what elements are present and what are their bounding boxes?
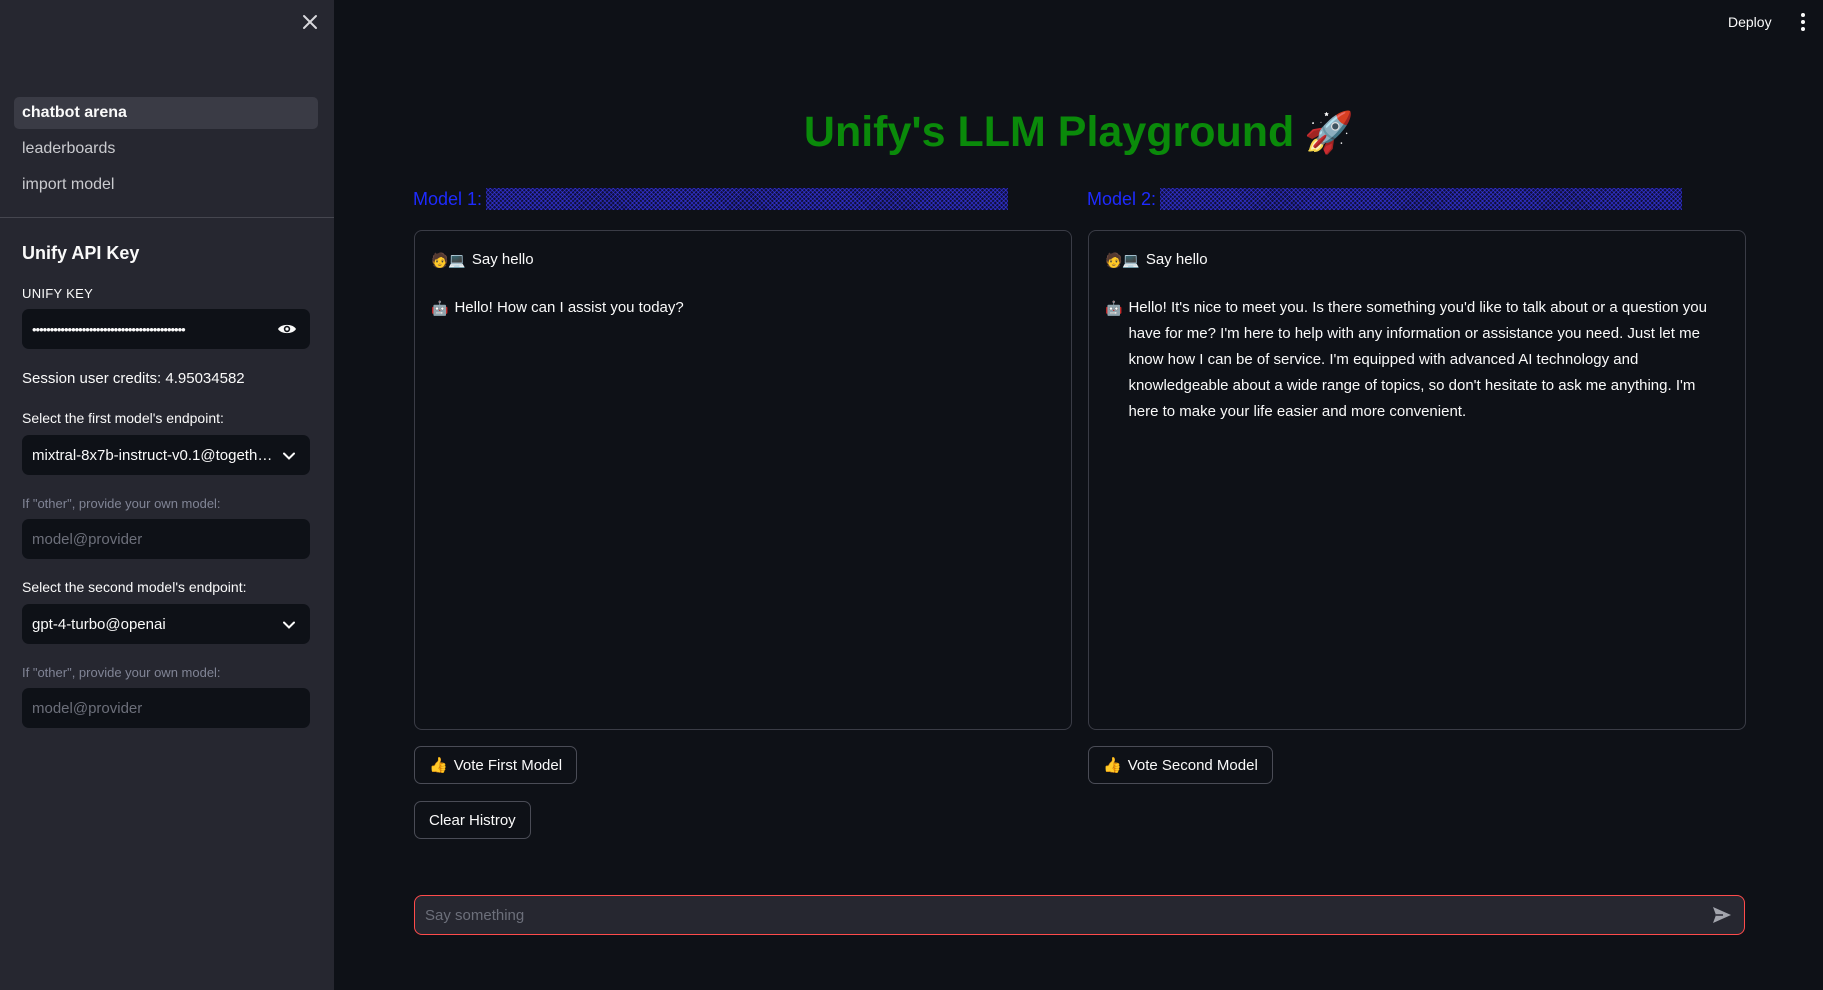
page-title: Unify's LLM Playground 🚀 — [414, 108, 1744, 157]
message-text: Say hello — [1145, 251, 1208, 268]
chat-box-model1[interactable]: 🧑💻 Say hello 🤖 Hello! How can I assist y… — [414, 230, 1072, 730]
second-other-placeholder: model@provider — [32, 699, 143, 717]
sidebar-divider — [0, 217, 334, 218]
message-text: Hello! It's nice to meet you. Is there s… — [1128, 299, 1707, 420]
model2-name-obscured — [1160, 188, 1683, 210]
sidebar: chatbot arena leaderboards import model … — [0, 0, 334, 990]
model2-label: Model 2: — [1087, 187, 1683, 211]
page-title-text: Unify's LLM Playground — [803, 108, 1295, 156]
model1-label-text: Model 1: — [413, 188, 483, 209]
chevron-down-icon[interactable] — [278, 616, 300, 633]
second-endpoint-label: Select the second model's endpoint: — [22, 579, 247, 595]
user-message: 🧑💻 Say hello — [431, 247, 1055, 273]
sidebar-nav: chatbot arena leaderboards import model — [14, 97, 318, 205]
vote-second-label: Vote Second Model — [1127, 756, 1258, 774]
chat-input[interactable] — [425, 906, 1710, 924]
second-other-input[interactable]: model@provider — [22, 688, 310, 728]
first-endpoint-value: mixtral-8x7b-instruct-v0.1@together-ai — [32, 446, 278, 464]
eye-icon[interactable] — [274, 320, 300, 338]
second-other-label: If "other", provide your own model: — [22, 665, 221, 680]
app-root: chatbot arena leaderboards import model … — [0, 0, 1823, 990]
sidebar-item-import-model[interactable]: import model — [14, 169, 318, 201]
sidebar-item-chatbot-arena[interactable]: chatbot arena — [14, 97, 318, 129]
vote-second-model-button[interactable]: 👍 Vote Second Model — [1088, 746, 1273, 784]
first-other-label: If "other", provide your own model: — [22, 496, 221, 511]
vote-first-model-button[interactable]: 👍 Vote First Model — [414, 746, 578, 784]
thumbs-up-icon: 👍 — [429, 757, 448, 774]
first-other-placeholder: model@provider — [32, 530, 143, 548]
close-icon[interactable] — [298, 11, 322, 35]
second-endpoint-select[interactable]: gpt-4-turbo@openai — [22, 604, 310, 644]
chat-input-bar — [414, 895, 1745, 935]
user-message: 🧑💻 Say hello — [1105, 247, 1729, 273]
assistant-message: 🤖 Hello! How can I assist you today? — [431, 295, 1055, 321]
unify-key-label: UNIFY KEY — [22, 286, 94, 301]
first-other-input[interactable]: model@provider — [22, 519, 310, 559]
kebab-menu-icon[interactable] — [1793, 10, 1813, 34]
chat-box-model2[interactable]: 🧑💻 Say hello 🤖 Hello! It's nice to meet … — [1088, 230, 1746, 730]
unify-key-field[interactable]: ••••••••••••••••••••••••••••••••••••••••… — [22, 309, 310, 349]
thumbs-up-icon: 👍 — [1103, 757, 1122, 774]
unify-key-value: ••••••••••••••••••••••••••••••••••••••••… — [32, 321, 186, 337]
user-avatar-icon: 🧑💻 — [1105, 252, 1140, 268]
vote-first-label: Vote First Model — [453, 756, 563, 774]
first-endpoint-select[interactable]: mixtral-8x7b-instruct-v0.1@together-ai — [22, 435, 310, 475]
first-endpoint-label: Select the first model's endpoint: — [22, 410, 224, 426]
clear-history-label: Clear Histroy — [429, 811, 516, 829]
send-icon[interactable] — [1710, 903, 1734, 927]
message-text: Say hello — [471, 251, 534, 268]
robot-avatar-icon: 🤖 — [1105, 300, 1123, 316]
chevron-down-icon[interactable] — [278, 447, 300, 464]
user-avatar-icon: 🧑💻 — [431, 252, 466, 268]
credits-text: Session user credits: 4.95034582 — [22, 370, 245, 387]
assistant-message: 🤖 Hello! It's nice to meet you. Is there… — [1105, 295, 1729, 425]
second-endpoint-value: gpt-4-turbo@openai — [32, 615, 166, 633]
model1-name-obscured — [486, 188, 1009, 210]
api-section-title: Unify API Key — [22, 243, 140, 263]
message-text: Hello! How can I assist you today? — [454, 299, 684, 316]
model2-label-text: Model 2: — [1087, 188, 1157, 209]
rocket-icon: 🚀 — [1304, 111, 1355, 155]
clear-history-button[interactable]: Clear Histroy — [414, 801, 531, 839]
deploy-button[interactable]: Deploy — [1720, 10, 1780, 34]
robot-avatar-icon: 🤖 — [431, 300, 449, 316]
model1-label: Model 1: — [413, 187, 1009, 211]
sidebar-item-leaderboards[interactable]: leaderboards — [14, 133, 318, 165]
